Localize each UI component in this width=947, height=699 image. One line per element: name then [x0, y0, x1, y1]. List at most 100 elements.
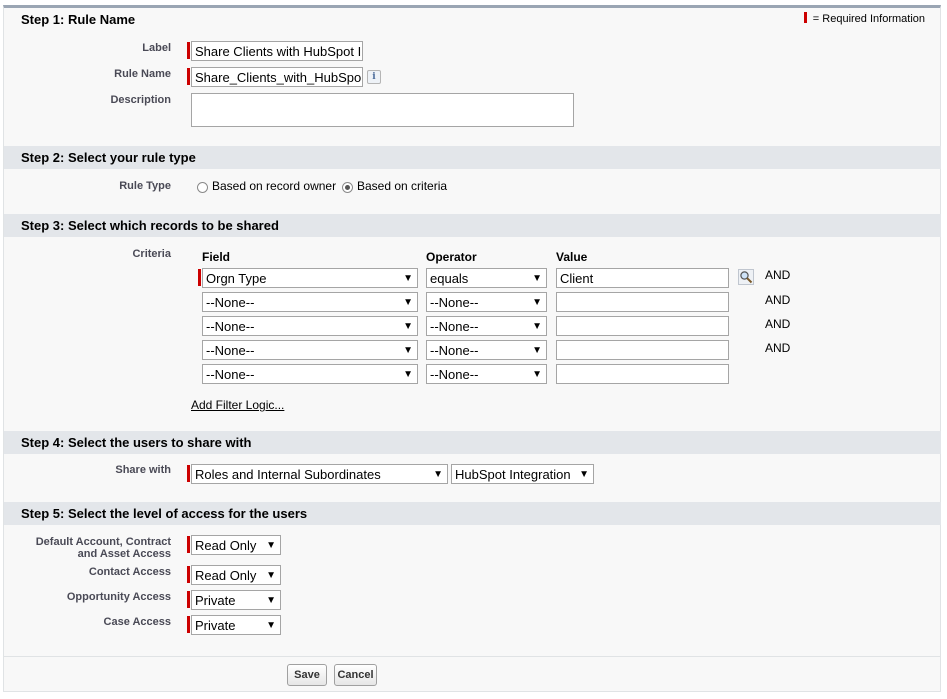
chevron-down-icon: ▼: [403, 321, 413, 332]
col-value-header: Value: [556, 250, 588, 264]
criteria-field-value-4: --None--: [206, 343, 255, 358]
cancel-button[interactable]: Cancel: [334, 664, 377, 686]
chevron-down-icon: ▼: [403, 345, 413, 356]
case-access-label: Case Access: [103, 616, 171, 628]
criteria-field-value-3: --None--: [206, 319, 255, 334]
share-with-type-value: Roles and Internal Subordinates: [195, 467, 381, 482]
add-filter-logic-link[interactable]: Add Filter Logic...: [191, 398, 284, 412]
contact-access-value: Read Only: [195, 568, 257, 583]
chevron-down-icon: ▼: [403, 297, 413, 308]
step4-title: Step 4: Select the users to share with: [21, 435, 252, 450]
criteria-operator-select-1[interactable]: equals ▼: [426, 268, 547, 288]
share-with-target-select[interactable]: HubSpot Integration ▼: [451, 464, 594, 484]
chevron-down-icon: ▼: [532, 297, 542, 308]
contact-access-required-marker: [187, 566, 190, 583]
step5-header: Step 5: Select the level of access for t…: [4, 502, 941, 525]
criteria-label: Criteria: [132, 248, 171, 260]
criteria-operator-value-3: --None--: [430, 319, 479, 334]
lookup-magnifier-icon[interactable]: [738, 269, 754, 285]
rule-type-label: Rule Type: [119, 180, 171, 192]
radio-based-on-criteria[interactable]: [342, 182, 353, 193]
radio-owner-label: Based on record owner: [212, 179, 337, 193]
required-info-legend: = Required Information: [803, 12, 925, 25]
step1-title: Step 1: Rule Name: [21, 12, 136, 27]
default-access-value: Read Only: [195, 538, 257, 553]
rule-name-field-label: Rule Name: [114, 68, 171, 80]
share-with-type-select[interactable]: Roles and Internal Subordinates ▼: [191, 464, 448, 484]
criteria-field-select-1[interactable]: Orgn Type ▼: [202, 268, 418, 288]
criteria-field-select-2[interactable]: --None-- ▼: [202, 292, 418, 312]
label-field-label: Label: [142, 42, 171, 54]
criteria-field-value-2: --None--: [206, 295, 255, 310]
share-with-label: Share with: [115, 464, 171, 476]
save-button[interactable]: Save: [287, 664, 327, 686]
case-access-required-marker: [187, 616, 190, 633]
col-field-header: Field: [202, 250, 231, 264]
criteria-operator-select-4[interactable]: --None-- ▼: [426, 340, 547, 360]
opportunity-access-label: Opportunity Access: [66, 591, 171, 603]
chevron-down-icon: ▼: [266, 620, 276, 631]
criteria-operator-value-5: --None--: [430, 367, 479, 382]
criteria-field-value-1: Orgn Type: [206, 271, 267, 286]
criteria-value-input-3[interactable]: [556, 316, 729, 336]
criteria-operator-select-5[interactable]: --None-- ▼: [426, 364, 547, 384]
criteria-field-select-5[interactable]: --None-- ▼: [202, 364, 418, 384]
step3-header: Step 3: Select which records to be share…: [4, 214, 941, 237]
step2-title: Step 2: Select your rule type: [21, 150, 196, 165]
label-input[interactable]: Share Clients with HubSpot I: [191, 41, 363, 61]
chevron-down-icon: ▼: [403, 273, 413, 284]
criteria-operator-value-4: --None--: [430, 343, 479, 358]
share-with-required-marker: [187, 465, 190, 482]
default-access-label-line1: Default Account, Contract: [35, 536, 171, 548]
default-access-select[interactable]: Read Only ▼: [191, 535, 281, 555]
required-marker-icon: [803, 12, 807, 23]
step2-header: Step 2: Select your rule type: [4, 146, 941, 169]
share-with-target-value: HubSpot Integration: [455, 467, 571, 482]
case-access-select[interactable]: Private ▼: [191, 615, 281, 635]
criteria-and-4: AND: [765, 341, 791, 355]
criteria-operator-value-1: equals: [430, 271, 469, 286]
criteria-field-value-5: --None--: [206, 367, 255, 382]
info-icon[interactable]: i: [367, 70, 381, 84]
criteria-and-2: AND: [765, 293, 791, 307]
description-textarea[interactable]: [191, 93, 574, 127]
col-operator-header: Operator: [426, 250, 477, 264]
criteria-value-input-5[interactable]: [556, 364, 729, 384]
required-info-text: = Required Information: [812, 13, 925, 25]
criteria-value-input-1[interactable]: Client: [556, 268, 729, 288]
criteria-field-select-3[interactable]: --None-- ▼: [202, 316, 418, 336]
opportunity-access-required-marker: [187, 591, 190, 608]
criteria-value-input-4[interactable]: [556, 340, 729, 360]
rule-name-required-marker: [187, 68, 190, 85]
criteria-value-input-2[interactable]: [556, 292, 729, 312]
contact-access-label: Contact Access: [88, 566, 171, 578]
criteria-required-marker: [198, 269, 201, 286]
rule-name-input[interactable]: Share_Clients_with_HubSpo: [191, 67, 363, 87]
chevron-down-icon: ▼: [532, 321, 542, 332]
default-access-label: Default Account, Contract and Asset Acce…: [20, 536, 171, 560]
criteria-operator-select-3[interactable]: --None-- ▼: [426, 316, 547, 336]
footer-divider: [4, 656, 941, 657]
contact-access-select[interactable]: Read Only ▼: [191, 565, 281, 585]
radio-based-on-owner[interactable]: [197, 182, 208, 193]
step3-title: Step 3: Select which records to be share…: [21, 218, 279, 233]
criteria-operator-select-2[interactable]: --None-- ▼: [426, 292, 547, 312]
opportunity-access-value: Private: [195, 593, 236, 608]
chevron-down-icon: ▼: [532, 345, 542, 356]
chevron-down-icon: ▼: [532, 273, 542, 284]
label-required-marker: [187, 42, 190, 59]
criteria-field-select-4[interactable]: --None-- ▼: [202, 340, 418, 360]
chevron-down-icon: ▼: [579, 469, 589, 480]
criteria-and-1: AND: [765, 268, 791, 282]
step4-header: Step 4: Select the users to share with: [4, 431, 941, 454]
criteria-operator-value-2: --None--: [430, 295, 479, 310]
chevron-down-icon: ▼: [532, 369, 542, 380]
chevron-down-icon: ▼: [433, 469, 443, 480]
description-field-label: Description: [110, 94, 171, 106]
opportunity-access-select[interactable]: Private ▼: [191, 590, 281, 610]
chevron-down-icon: ▼: [266, 540, 276, 551]
case-access-value: Private: [195, 618, 236, 633]
chevron-down-icon: ▼: [266, 570, 276, 581]
chevron-down-icon: ▼: [266, 595, 276, 606]
radio-criteria-label: Based on criteria: [357, 179, 448, 193]
